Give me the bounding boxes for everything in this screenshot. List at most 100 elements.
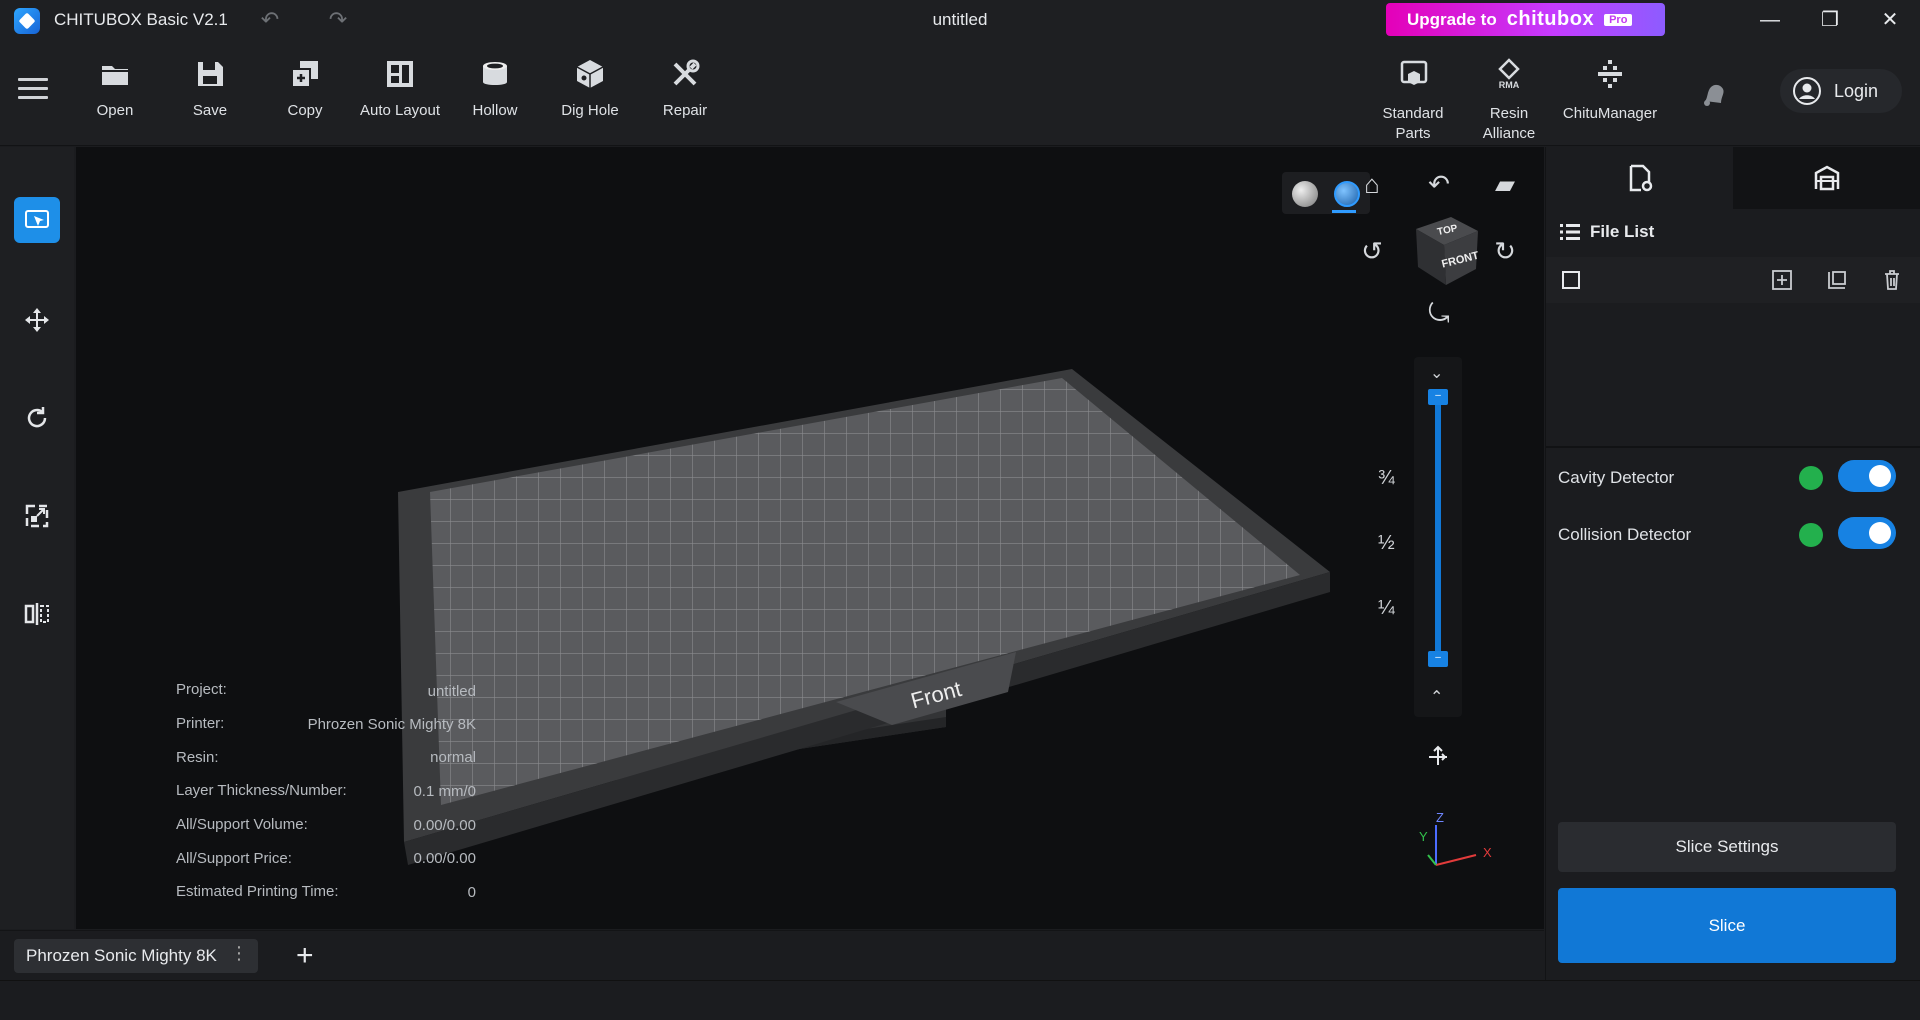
chitumanager-icon <box>1598 60 1622 88</box>
folder-icon <box>102 66 128 85</box>
slice-button[interactable]: Slice <box>1558 888 1896 963</box>
3d-viewport[interactable]: Front ⌂ ↶ ▰ ↺ ↻ ⤿ TOP FRONT ⌄ – – ⌃ ¾ ½ … <box>76 147 1544 929</box>
copy-icon <box>291 61 318 88</box>
repair-button[interactable]: Repair <box>640 58 730 119</box>
move-tool-button[interactable] <box>14 297 60 343</box>
printer-tab[interactable]: Phrozen Sonic Mighty 8K ⋮ <box>14 939 258 973</box>
select-tool-button[interactable] <box>14 197 60 243</box>
undo-icon[interactable]: ↶ <box>256 6 284 34</box>
slice-settings-button[interactable]: Slice Settings <box>1558 822 1896 872</box>
cavity-detector-toggle[interactable] <box>1838 460 1896 492</box>
right-panel: File List Cavity Detector Collision Dete… <box>1545 147 1920 980</box>
standard-parts-label-2: Parts <box>1395 125 1431 142</box>
standard-parts-button[interactable]: Standard Parts <box>1365 58 1461 144</box>
chevron-up-icon[interactable]: ⌃ <box>1430 687 1443 707</box>
upgrade-button[interactable]: Upgrade to chitubox Pro <box>1386 3 1665 36</box>
app-logo <box>14 8 40 34</box>
printer-tab-bar: Phrozen Sonic Mighty 8K ⋮ + <box>0 930 1544 980</box>
login-label: Login <box>1834 80 1879 101</box>
move-icon <box>25 308 49 332</box>
title-bar: CHITUBOX Basic V2.1 ↶ ↷ untitled Upgrade… <box>0 0 1920 40</box>
select-all-checkbox[interactable] <box>1562 271 1580 289</box>
view-cube[interactable]: TOP FRONT <box>1396 207 1486 297</box>
login-button[interactable]: Login <box>1780 69 1902 113</box>
app-title: CHITUBOX Basic V2.1 <box>54 10 228 29</box>
info-price-value: 0.00/0.00 <box>413 850 476 867</box>
chitumanager-button[interactable]: ChituManager <box>1557 58 1663 124</box>
restore-button[interactable]: ❐ <box>1810 4 1850 36</box>
rma-text: RMA <box>1499 80 1520 90</box>
rotate-right-icon[interactable]: ↻ <box>1489 235 1521 267</box>
standard-parts-label-1: Standard <box>1382 105 1444 122</box>
file-list-title: File List <box>1590 222 1655 241</box>
hollow-button[interactable]: Hollow <box>450 58 540 119</box>
hollow-label: Hollow <box>472 102 518 119</box>
menu-icon[interactable] <box>18 78 48 104</box>
info-project-value: untitled <box>427 683 476 700</box>
printer-tab-label: Phrozen Sonic Mighty 8K <box>26 946 217 965</box>
minimize-button[interactable]: — <box>1750 4 1790 36</box>
file-settings-icon <box>1629 164 1652 192</box>
hollow-icon <box>483 62 507 85</box>
chitubox-brand: chitubox <box>1506 8 1595 30</box>
slider-reset-icon[interactable] <box>1426 744 1450 768</box>
layer-slider[interactable]: ⌄ – – ⌃ <box>1414 357 1462 717</box>
collision-detector-toggle[interactable] <box>1838 517 1896 549</box>
more-vertical-icon[interactable]: ⋮ <box>230 943 248 964</box>
document-title: untitled <box>932 10 988 29</box>
upgrade-prefix: Upgrade to <box>1407 9 1497 29</box>
perspective-cube-icon[interactable]: ▰ <box>1489 168 1521 200</box>
info-layer-value: 0.1 mm/0 <box>413 783 476 800</box>
axis-x-label: X <box>1483 845 1492 860</box>
info-resin-value: normal <box>430 749 476 766</box>
rotate-tool-button[interactable] <box>14 395 60 441</box>
redo-icon[interactable]: ↷ <box>324 6 352 34</box>
slider-half: ½ <box>1378 532 1395 554</box>
dig-hole-icon <box>576 60 604 88</box>
save-icon <box>198 62 223 86</box>
add-printer-tab-button[interactable]: + <box>296 939 314 973</box>
tab-printer-settings[interactable] <box>1733 147 1920 209</box>
delete-icon[interactable] <box>1881 269 1903 291</box>
copy-button[interactable]: Copy <box>260 58 350 119</box>
info-printer-value: Phrozen Sonic Mighty 8K <box>307 716 476 733</box>
rotate-up-icon[interactable]: ↶ <box>1423 168 1455 200</box>
collision-detector-label: Collision Detector <box>1558 525 1692 544</box>
layout-file-icon[interactable] <box>1826 269 1848 291</box>
axis-gizmo: Z X Y <box>1419 810 1492 866</box>
cavity-status-icon <box>1799 466 1823 490</box>
slider-top-handle[interactable]: – <box>1428 389 1448 405</box>
notification-bell-icon[interactable] <box>1697 77 1729 109</box>
dig-hole-button[interactable]: Dig Hole <box>545 58 635 119</box>
close-button[interactable]: ✕ <box>1870 4 1910 36</box>
layer-slider-track <box>1435 395 1441 661</box>
standard-parts-icon <box>1400 60 1428 85</box>
resin-alliance-label-2: Alliance <box>1482 125 1536 142</box>
info-time-value: 0 <box>467 884 476 901</box>
main-toolbar: Open Save Copy Auto Layout Hollow Dig Ho… <box>0 40 1920 146</box>
auto-layout-button[interactable]: Auto Layout <box>355 58 445 119</box>
mirror-icon <box>24 603 49 625</box>
tab-file-settings[interactable] <box>1546 147 1733 209</box>
user-avatar-icon <box>1793 77 1821 105</box>
save-button[interactable]: Save <box>165 58 255 119</box>
axis-y-label: Y <box>1419 829 1428 844</box>
resin-alliance-label-1: Resin <box>1489 105 1529 122</box>
repair-label: Repair <box>662 102 708 119</box>
chevron-down-icon[interactable]: ⌄ <box>1430 363 1443 383</box>
file-list-toolbar <box>1546 257 1920 303</box>
panel-divider <box>1546 446 1920 448</box>
slider-bottom-handle[interactable]: – <box>1428 651 1448 667</box>
open-button[interactable]: Open <box>70 58 160 119</box>
scale-tool-button[interactable] <box>14 493 60 539</box>
slider-quarter: ¼ <box>1378 597 1395 619</box>
rotate-left-icon[interactable]: ↺ <box>1356 235 1388 267</box>
rotate-down-icon[interactable]: ⤿ <box>1423 297 1455 329</box>
repair-icon <box>673 59 700 86</box>
left-tool-rail <box>0 147 74 929</box>
solid-mode-icon[interactable] <box>1292 181 1318 207</box>
resin-alliance-button[interactable]: RMA Resin Alliance <box>1461 58 1557 144</box>
home-view-icon[interactable]: ⌂ <box>1356 168 1388 200</box>
add-file-icon[interactable] <box>1771 269 1793 291</box>
mirror-tool-button[interactable] <box>14 591 60 637</box>
